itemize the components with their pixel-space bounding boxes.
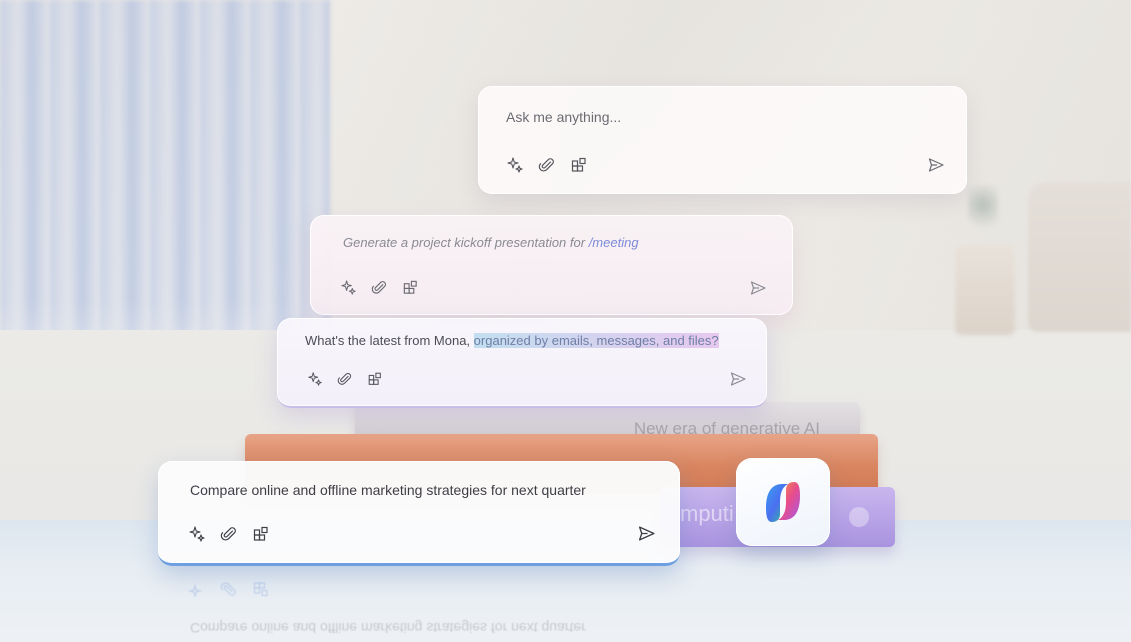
prompt-card-ask[interactable]: Ask me anything... [478,86,967,194]
apps-grid-icon [252,575,270,598]
sparkle-icon[interactable] [307,371,323,387]
send-icon[interactable] [637,524,656,543]
background-plant [968,185,998,235]
latest-prompt-prefix: What's the latest from Mona, [305,333,474,348]
paperclip-icon[interactable] [538,156,556,174]
sparkle-icon[interactable] [506,156,524,174]
paperclip-icon[interactable] [220,525,238,543]
apps-grid-icon[interactable] [252,525,270,543]
copilot-logo-icon [766,482,800,522]
book-purple-dot [849,507,869,527]
prompt-card-compare[interactable]: Compare online and offline marketing str… [158,461,680,566]
send-icon[interactable] [927,156,945,174]
latest-prompt-highlight: organized by emails, messages, and files… [473,333,719,348]
apps-grid-icon[interactable] [402,279,419,296]
compare-prompt-text[interactable]: Compare online and offline marketing str… [190,482,586,498]
book-purple-title: mputi [680,501,734,526]
card-toolbar [506,156,588,174]
apps-grid-icon[interactable] [570,156,588,174]
reflection-text: Compare online and offline marketing str… [190,620,586,636]
prompt-card-latest[interactable]: What's the latest from Mona, organized b… [277,318,767,408]
send-icon[interactable] [729,370,747,388]
copilot-logo-tile[interactable] [736,458,830,546]
send-icon[interactable] [749,279,767,297]
compare-card-reflection: Compare online and offline marketing str… [158,570,680,642]
sparkle-icon [187,575,206,599]
sparkle-icon[interactable] [340,279,357,296]
ask-input-placeholder[interactable]: Ask me anything... [506,109,621,125]
reflection-toolbar [187,575,270,599]
background-armchair [1028,182,1131,332]
card-toolbar [307,371,383,387]
latest-prompt-text[interactable]: What's the latest from Mona, organized b… [305,332,725,349]
paperclip-icon[interactable] [337,371,353,387]
generate-prompt-prefix: Generate a project kickoff presentation … [343,235,589,250]
paperclip-icon[interactable] [371,279,388,296]
paperclip-icon [220,575,238,598]
generate-prompt-text[interactable]: Generate a project kickoff presentation … [343,235,639,250]
card-toolbar [188,525,270,543]
card-toolbar [340,279,419,296]
background-side-table [955,245,1015,335]
scene: New era of generative AI mputi Ask me an… [0,0,1131,642]
prompt-card-generate[interactable]: Generate a project kickoff presentation … [310,215,793,315]
apps-grid-icon[interactable] [367,371,383,387]
meeting-command: /meeting [588,235,639,250]
sparkle-icon[interactable] [188,525,206,543]
